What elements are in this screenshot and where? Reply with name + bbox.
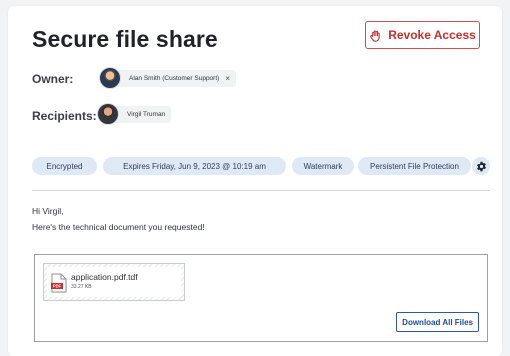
hand-stop-icon <box>370 30 380 42</box>
revoke-access-button[interactable]: Revoke Access <box>365 21 480 49</box>
file-card[interactable]: PDF application.pdf.tdf 33.27 KB <box>43 263 185 301</box>
owner-chip: Alan Smith (Customer Support) × <box>99 67 236 89</box>
file-size: 33.27 KB <box>71 284 92 290</box>
tag-watermark[interactable]: Watermark <box>292 157 354 175</box>
download-all-button[interactable]: Download All Files <box>396 312 479 332</box>
remove-owner-icon[interactable]: × <box>225 74 230 83</box>
settings-button[interactable] <box>472 157 490 175</box>
revoke-access-label: Revoke Access <box>388 28 476 42</box>
message-body: Here's the technical document you reques… <box>32 222 205 232</box>
recipient-chip: Virgil Truman <box>97 103 172 125</box>
gear-icon <box>476 161 486 171</box>
attachments-panel: PDF application.pdf.tdf 33.27 KB Downloa… <box>34 254 488 342</box>
recipient-name: Virgil Truman <box>127 111 166 118</box>
message-greeting: Hi Virgil, <box>32 206 64 216</box>
pdf-badge: PDF <box>53 284 62 289</box>
tag-expiration[interactable]: Expires Friday, Jun 9, 2023 @ 10:19 am <box>103 157 286 175</box>
pdf-file-icon: PDF <box>51 273 67 293</box>
page-title: Secure file share <box>32 26 218 52</box>
avatar <box>99 67 121 89</box>
recipients-label: Recipients: <box>32 109 97 123</box>
tag-encrypted[interactable]: Encrypted <box>32 157 97 175</box>
divider <box>32 190 490 191</box>
owner-label: Owner: <box>32 72 74 86</box>
file-name: application.pdf.tdf <box>71 272 138 282</box>
tag-persistent-protection[interactable]: Persistent File Protection <box>358 157 471 175</box>
secure-share-card: Secure file share Revoke Access Owner: A… <box>8 6 502 356</box>
owner-name: Alan Smith (Customer Support) <box>129 75 220 82</box>
avatar <box>97 103 119 125</box>
